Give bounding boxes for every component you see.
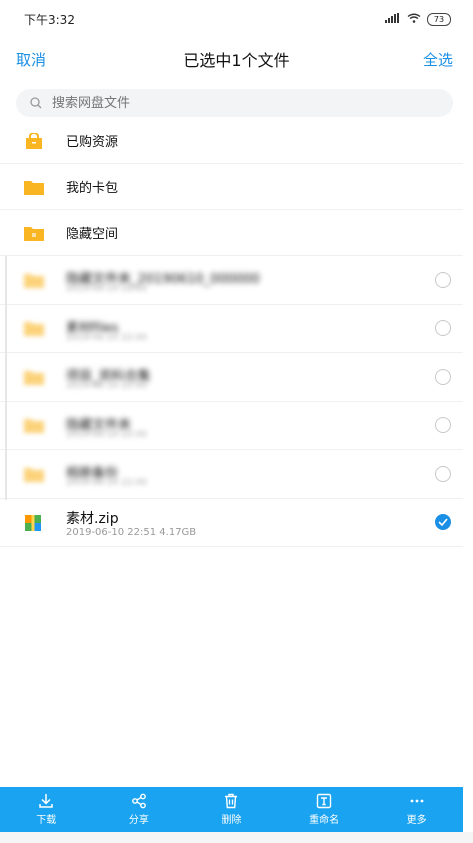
rename-label: 重命名 — [309, 815, 340, 826]
select-radio-checked[interactable] — [435, 514, 451, 531]
search-bar[interactable] — [16, 89, 453, 117]
list-item-selected-zip[interactable]: 素材.zip 2019-06-10 22:51 4.17GB — [0, 499, 463, 547]
folder-icon — [24, 179, 44, 195]
folder-icon — [24, 417, 44, 434]
page-title: 已选中1个文件 — [183, 51, 290, 70]
folder-icon — [24, 369, 44, 385]
folder-row-hidden-space[interactable]: 隐藏空间 — [0, 210, 463, 256]
select-all-button[interactable]: 全选 — [423, 49, 453, 70]
more-label: 更多 — [406, 815, 427, 826]
folder-icon — [24, 466, 44, 482]
share-button[interactable]: 分享 — [99, 793, 179, 826]
status-time: 下午3:32 — [24, 12, 75, 27]
list-item[interactable]: 素材files 2019-06-10 22:00 — [0, 305, 463, 353]
folder-row-card-wallet[interactable]: 我的卡包 — [0, 164, 463, 210]
folder-label: 隐藏空间 — [66, 227, 119, 242]
folder-label: 我的卡包 — [66, 181, 119, 196]
check-icon — [438, 518, 448, 527]
download-button[interactable]: 下载 — [6, 793, 86, 826]
share-label: 分享 — [128, 815, 149, 826]
share-icon — [131, 793, 146, 809]
wifi-icon — [407, 12, 421, 26]
select-radio[interactable] — [435, 271, 451, 288]
rename-button[interactable]: 重命名 — [284, 793, 364, 826]
system-nav-bar — [0, 832, 473, 843]
select-radio[interactable] — [435, 417, 451, 434]
list-item[interactable]: 相册备份 2019-06-10 22:00 — [0, 450, 463, 499]
file-name: 素材.zip — [66, 510, 119, 527]
delete-button[interactable]: 删除 — [191, 793, 271, 826]
delete-label: 删除 — [221, 815, 242, 826]
shopping-folder-icon — [24, 131, 44, 149]
select-radio[interactable] — [435, 320, 451, 337]
more-icon — [410, 799, 424, 803]
folder-label: 已购资源 — [66, 135, 119, 150]
list-item[interactable]: 隐藏文件夹_20190610_000000 2019-06-10 22:00 — [0, 256, 463, 305]
file-meta: 2019-06-10 22:00 — [66, 429, 148, 440]
status-icons: 73 — [385, 12, 451, 26]
folder-icon — [24, 320, 44, 337]
list-item[interactable]: 隐藏文件夹 2019-06-10 22:00 — [0, 402, 463, 450]
file-meta: 2019-06-10 22:00 — [66, 284, 148, 294]
selection-header: 取消 已选中1个文件 全选 — [0, 38, 473, 80]
rename-icon — [316, 793, 332, 809]
folder-icon — [24, 272, 44, 288]
file-meta: 2019-06-10 22:00 — [66, 332, 148, 343]
select-radio[interactable] — [435, 465, 451, 482]
zip-archive-icon — [24, 514, 44, 532]
lock-folder-icon — [24, 225, 44, 241]
list-item[interactable]: 项目_资料合集 2019-06-10 22:00 — [0, 353, 463, 402]
search-icon — [30, 94, 42, 113]
download-icon — [39, 794, 54, 808]
file-list: 已购资源 我的卡包 隐藏空间 隐藏文件夹_20190610_000000 201… — [0, 118, 463, 547]
more-button[interactable]: 更多 — [377, 793, 457, 826]
scroll-indicator — [5, 256, 7, 500]
battery-icon: 73 — [427, 12, 451, 26]
file-meta: 2019-06-10 22:00 — [66, 478, 148, 488]
search-input[interactable] — [50, 94, 414, 112]
trash-icon — [225, 793, 238, 809]
file-meta: 2019-06-10 22:51 4.17GB — [66, 526, 197, 538]
download-label: 下载 — [36, 815, 57, 826]
status-bar: 下午3:32 73 — [0, 0, 473, 38]
select-radio[interactable] — [435, 368, 451, 385]
file-meta: 2019-06-10 22:00 — [66, 381, 148, 391]
signal-icon — [385, 12, 401, 26]
folder-row-purchased[interactable]: 已购资源 — [0, 118, 463, 164]
action-toolbar: 下载 分享 删除 重命名 更多 — [0, 787, 463, 832]
cancel-button[interactable]: 取消 — [16, 49, 46, 70]
